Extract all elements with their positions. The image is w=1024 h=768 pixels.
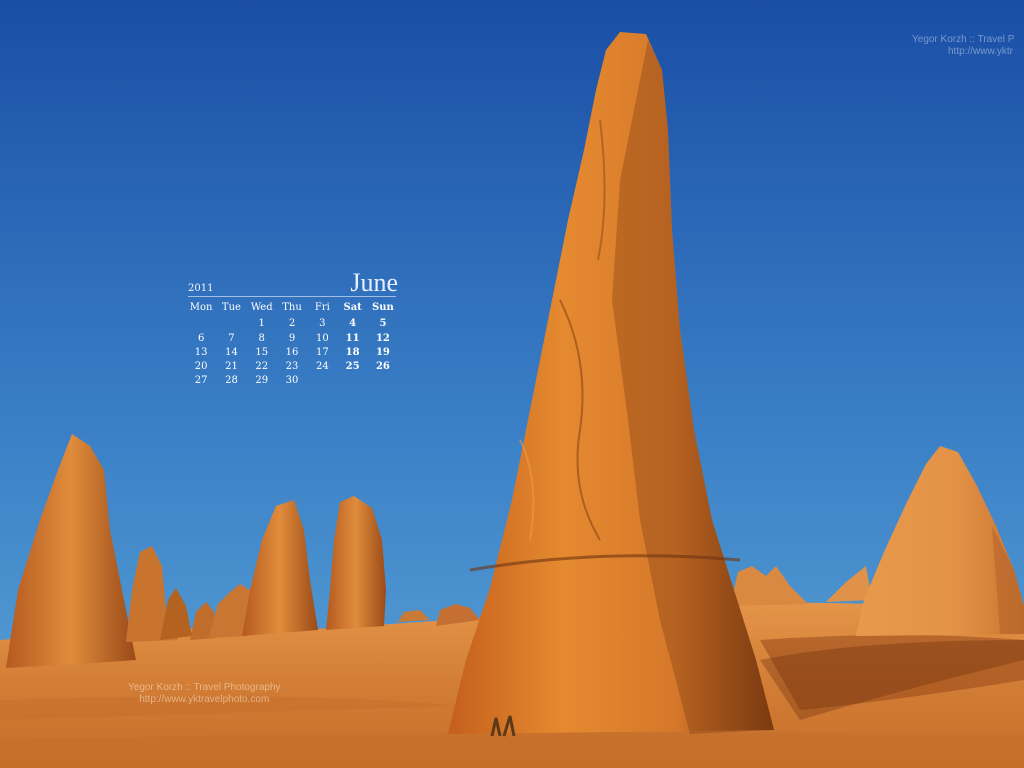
calendar-day: [368, 374, 398, 388]
calendar-day: 5: [379, 318, 387, 330]
calendar-day: 26: [375, 361, 390, 373]
weekday-label: Wed: [250, 302, 273, 313]
calendar-day: 28: [225, 375, 238, 387]
calendar-widget: 2011 June Mon Tue Wed Thu Fri Sat Sun 1 …: [186, 268, 398, 389]
desert-photo: [0, 0, 1024, 768]
calendar-day: 21: [225, 361, 238, 373]
calendar-day: 8: [258, 332, 265, 344]
calendar-grid: Mon Tue Wed Thu Fri Sat Sun 1 2 3 4 5 6 …: [186, 301, 398, 389]
calendar-day: 24: [315, 361, 329, 373]
weekday-label: Fri: [314, 302, 330, 313]
watermark-credit: Yegor Korzh :: Travel Photography: [128, 682, 281, 693]
calendar-day: [186, 317, 216, 331]
calendar-day: 7: [228, 332, 235, 344]
calendar-header: 2011 June: [186, 268, 398, 297]
watermark-top: Yegor Korzh :: Travel P http://www.yktr: [912, 34, 1014, 58]
calendar-day: 17: [315, 346, 329, 358]
calendar-day: 4: [349, 318, 357, 330]
calendar-day: [337, 374, 367, 388]
calendar-day: 16: [285, 346, 299, 358]
calendar-day: 10: [315, 332, 329, 344]
calendar-day: 22: [255, 361, 269, 373]
calendar-day: 18: [345, 346, 360, 358]
calendar-day: 13: [194, 346, 208, 358]
calendar-day: [307, 374, 337, 388]
watermark-bottom: Yegor Korzh :: Travel Photography http:/…: [128, 682, 281, 706]
calendar-day: 30: [285, 375, 299, 387]
weekday-label: Sat: [343, 302, 362, 313]
calendar-day: 27: [194, 375, 208, 387]
calendar-year: 2011: [188, 283, 214, 294]
calendar-day: 19: [375, 346, 390, 358]
watermark-url: http://www.yktravelphoto.com: [139, 694, 270, 705]
calendar-day: 20: [194, 361, 208, 373]
calendar-day: 23: [285, 361, 299, 373]
calendar-day: 15: [255, 346, 269, 358]
calendar-day: 29: [255, 375, 269, 387]
calendar-day: 1: [258, 318, 265, 330]
calendar-day: 11: [345, 332, 360, 344]
calendar-day: 3: [319, 318, 326, 330]
calendar-month: June: [350, 268, 398, 297]
weekday-label: Sun: [372, 302, 394, 313]
watermark-credit: Yegor Korzh :: Travel P: [912, 34, 1015, 45]
calendar-day: [216, 317, 246, 331]
weekday-label: Mon: [189, 302, 213, 313]
weekday-label: Tue: [221, 302, 241, 313]
calendar-day: 9: [288, 332, 296, 344]
calendar-day: 25: [345, 361, 360, 373]
watermark-url: http://www.yktr: [948, 46, 1014, 57]
calendar-day: 14: [225, 346, 238, 358]
weekday-label: Thu: [282, 302, 302, 313]
calendar-day: 2: [288, 318, 296, 330]
calendar-day: 6: [197, 332, 205, 344]
calendar-day: 12: [375, 332, 390, 344]
